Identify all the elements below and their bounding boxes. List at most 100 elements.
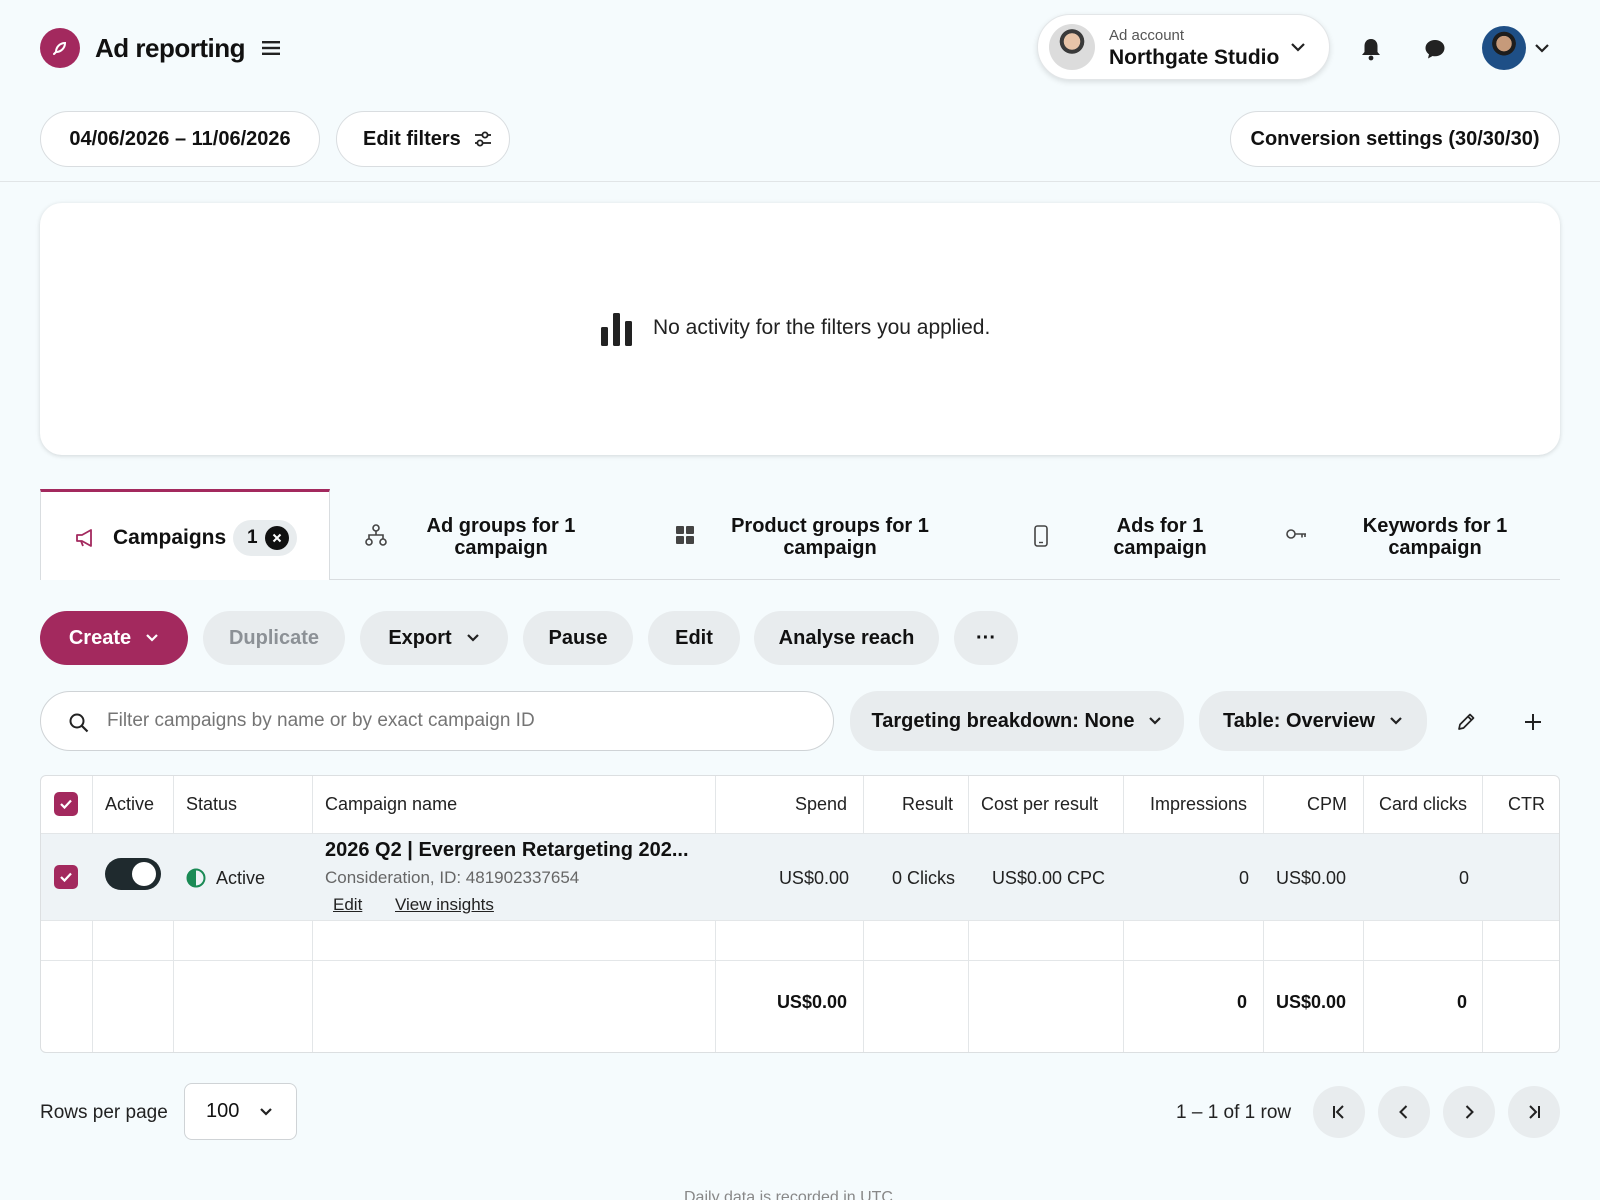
impressions-value: 0 — [1238, 868, 1249, 888]
clear-filter-icon[interactable] — [265, 526, 289, 550]
column-header-campaign-name[interactable]: Campaign name — [325, 794, 457, 815]
edit-button[interactable]: Edit — [648, 611, 740, 665]
chevron-down-icon — [466, 634, 479, 642]
user-avatar — [1482, 26, 1526, 70]
conversion-settings-button[interactable]: Conversion settings (30/30/30) — [1230, 111, 1560, 167]
chart-empty-state: No activity for the filters you applied. — [40, 203, 1560, 455]
ad-account-selector[interactable]: Ad account Northgate Studio — [1037, 14, 1330, 80]
column-header-cpm[interactable]: CPM — [1307, 794, 1347, 815]
create-button-label: Create — [68, 626, 132, 649]
active-toggle[interactable] — [105, 858, 161, 890]
rows-per-page-label: Rows per page — [40, 1102, 168, 1123]
cpm-value: US$0.00 — [1276, 868, 1347, 888]
key-icon — [1286, 529, 1306, 539]
table-view-select[interactable]: Table: Overview — [1199, 691, 1427, 751]
tab-product-groups[interactable]: Product groups for 1 campaign — [660, 489, 970, 579]
pause-button[interactable]: Pause — [523, 611, 633, 665]
pagination-range: 1 – 1 of 1 row — [1176, 1102, 1292, 1123]
result-value: 0 Clicks — [891, 868, 955, 888]
targeting-breakdown-label: Targeting breakdown: None — [871, 709, 1135, 732]
date-range-button[interactable]: 04/06/2026 – 11/06/2026 — [40, 111, 320, 167]
messages-icon[interactable] — [1420, 34, 1450, 64]
tab-campaigns-label: Campaigns — [113, 526, 227, 549]
column-header-active[interactable]: Active — [105, 794, 154, 815]
rows-per-page-select[interactable]: 100 — [184, 1083, 297, 1140]
last-page-icon[interactable] — [1508, 1086, 1560, 1138]
campaign-search-field[interactable] — [40, 691, 834, 751]
chevron-down-icon — [1390, 717, 1402, 725]
row-select-checkbox[interactable] — [54, 865, 78, 889]
column-header-card-clicks[interactable]: Card clicks — [1379, 794, 1467, 815]
campaign-name-link[interactable]: 2026 Q2 | Evergreen Retargeting 202... — [325, 839, 689, 862]
create-button[interactable]: Create — [40, 611, 188, 665]
footer-note: Daily data is recorded in UTC — [684, 1189, 893, 1200]
total-card-clicks: 0 — [1456, 992, 1467, 1012]
menu-icon[interactable] — [258, 36, 286, 60]
user-menu[interactable] — [1482, 26, 1560, 72]
total-spend: US$0.00 — [776, 992, 847, 1012]
search-icon — [69, 713, 89, 733]
column-header-spend[interactable]: Spend — [795, 794, 847, 815]
add-column-plus-icon[interactable] — [1517, 706, 1549, 738]
tab-keywords[interactable]: Keywords for 1 campaign — [1280, 489, 1560, 579]
chevron-down-icon — [1291, 43, 1305, 52]
app-logo[interactable] — [40, 28, 80, 68]
grid-icon — [676, 526, 694, 544]
account-name: Northgate Studio — [1109, 46, 1280, 69]
campaigns-table: Active Status Campaign name Spend Result… — [40, 775, 1560, 1053]
card-clicks-value: 0 — [1458, 868, 1469, 888]
export-button[interactable]: Export — [360, 611, 508, 665]
tab-ads-label: Ads for 1 campaign — [1113, 515, 1207, 559]
campaign-meta: Consideration, ID: 481902337654 — [325, 868, 580, 887]
tab-ad-groups-label: Ad groups for 1 campaign — [426, 515, 576, 559]
chevron-down-icon — [146, 634, 158, 642]
column-header-impressions[interactable]: Impressions — [1150, 794, 1247, 815]
more-options-button[interactable]: ··· — [954, 611, 1018, 665]
campaign-filter-chip[interactable]: 1 — [233, 520, 297, 556]
export-button-label: Export — [388, 626, 452, 649]
view-insights-link[interactable]: View insights — [395, 895, 494, 915]
status-active-icon — [186, 868, 206, 888]
phone-icon — [1034, 525, 1048, 547]
cost-per-result-value: US$0.00 CPC — [991, 868, 1105, 888]
first-page-icon[interactable] — [1313, 1086, 1365, 1138]
analyse-reach-button[interactable]: Analyse reach — [754, 611, 939, 665]
account-label: Ad account — [1109, 27, 1185, 44]
notifications-bell-icon[interactable] — [1356, 34, 1386, 64]
campaign-edit-link[interactable]: Edit — [333, 895, 362, 915]
megaphone-icon — [76, 529, 92, 547]
edit-columns-pencil-icon[interactable] — [1450, 706, 1482, 738]
column-header-ctr[interactable]: CTR — [1508, 794, 1545, 815]
sliders-icon — [474, 131, 491, 147]
targeting-breakdown-select[interactable]: Targeting breakdown: None — [850, 691, 1184, 751]
select-all-checkbox[interactable] — [54, 792, 78, 816]
hierarchy-icon — [365, 524, 387, 546]
chevron-down-icon — [1149, 717, 1162, 725]
tab-ad-groups[interactable]: Ad groups for 1 campaign — [331, 489, 621, 579]
tab-campaigns[interactable]: Campaigns 1 — [40, 489, 330, 580]
tab-keywords-label: Keywords for 1 campaign — [1362, 515, 1508, 559]
edit-filters-label: Edit filters — [363, 127, 461, 150]
rows-per-page-value: 100 — [206, 1100, 240, 1122]
account-avatar — [1049, 24, 1095, 70]
column-header-result[interactable]: Result — [902, 794, 953, 815]
search-input[interactable] — [107, 706, 807, 736]
chevron-down-icon — [1535, 44, 1549, 53]
status-text: Active — [216, 868, 266, 888]
total-cpm: US$0.00 — [1276, 992, 1347, 1012]
column-header-cost-per-result[interactable]: Cost per result — [981, 794, 1098, 815]
table-row[interactable]: Active 2026 Q2 | Evergreen Retargeting 2… — [41, 834, 1559, 920]
total-impressions: 0 — [1236, 992, 1247, 1012]
previous-page-icon[interactable] — [1378, 1086, 1430, 1138]
spend-value: US$0.00 — [778, 868, 849, 888]
duplicate-button[interactable]: Duplicate — [203, 611, 345, 665]
tab-ads[interactable]: Ads for 1 campaign — [1020, 489, 1240, 579]
bar-chart-icon — [601, 313, 632, 346]
table-view-label: Table: Overview — [1223, 709, 1375, 732]
column-header-status[interactable]: Status — [186, 794, 237, 815]
header-divider — [0, 181, 1600, 182]
campaign-filter-count: 1 — [247, 527, 258, 548]
next-page-icon[interactable] — [1443, 1086, 1495, 1138]
edit-filters-button[interactable]: Edit filters — [336, 111, 510, 167]
rocket-icon — [53, 41, 67, 55]
